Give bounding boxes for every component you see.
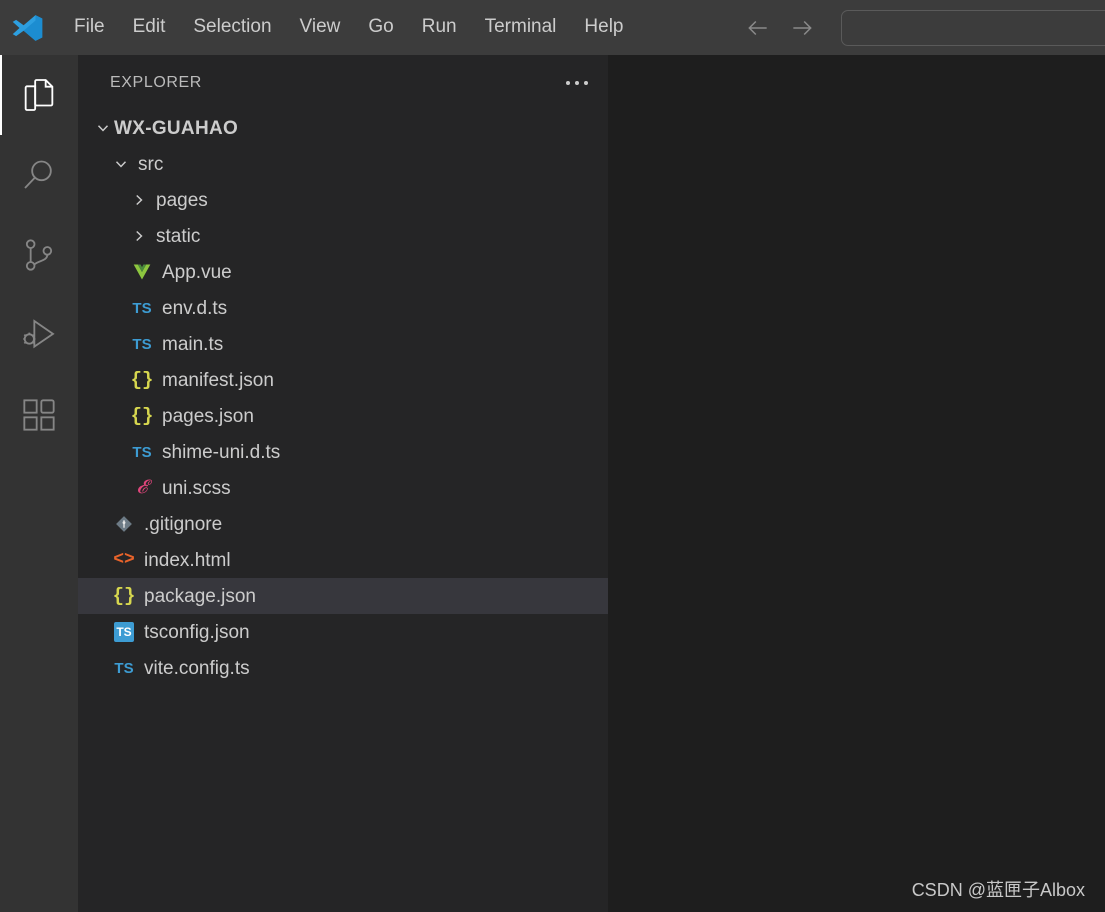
explorer-header: EXPLORER (78, 55, 608, 110)
tree-item-label: package.json (144, 585, 256, 607)
tree-item-label: tsconfig.json (144, 621, 250, 643)
tree-item-package-json[interactable]: {} package.json (78, 578, 608, 614)
tree-item-uni-scss[interactable]: 𝓔 uni.scss (78, 470, 608, 506)
activity-item-extensions[interactable] (0, 375, 78, 455)
vscode-window: File Edit Selection View Go Run Terminal… (0, 0, 1105, 912)
activity-item-explorer[interactable] (0, 55, 78, 135)
typescript-file-icon: TS (132, 335, 152, 353)
tree-item-label: src (138, 153, 164, 175)
editor-area: CSDN @蓝匣子Albox (608, 55, 1105, 912)
extensions-icon (23, 399, 55, 431)
tree-item-pages[interactable]: pages (78, 182, 608, 218)
tree-item-label: WX-GUAHAO (114, 117, 239, 139)
tree-item-tsconfig-json[interactable]: TS tsconfig.json (78, 614, 608, 650)
menu-item-selection[interactable]: Selection (179, 12, 285, 43)
tree-item-label: manifest.json (162, 369, 274, 391)
source-control-icon (25, 239, 53, 271)
tree-item-wx-guahao[interactable]: WX-GUAHAO (78, 110, 608, 146)
file-tree: WX-GUAHAO src pages static App.vue TS en… (78, 110, 608, 686)
tree-item-label: .gitignore (144, 513, 223, 535)
tree-item-app-vue[interactable]: App.vue (78, 254, 608, 290)
menu-bar: File Edit Selection View Go Run Terminal… (60, 12, 638, 43)
tree-item-label: main.ts (162, 333, 224, 355)
explorer-sidebar: EXPLORER WX-GUAHAO src pages static App.… (78, 55, 608, 912)
activity-item-run-debug[interactable] (0, 295, 78, 375)
tree-item-label: App.vue (162, 261, 232, 283)
activity-item-source-control[interactable] (0, 215, 78, 295)
more-actions-icon[interactable] (566, 80, 588, 85)
typescript-file-icon: TS (114, 659, 134, 677)
menu-item-terminal[interactable]: Terminal (471, 12, 571, 43)
html-file-icon: <> (113, 550, 135, 570)
menu-item-help[interactable]: Help (570, 12, 637, 43)
search-icon (24, 160, 52, 189)
tree-item-env-d-ts[interactable]: TS env.d.ts (78, 290, 608, 326)
tree-item-shime-uni-d-ts[interactable]: TS shime-uni.d.ts (78, 434, 608, 470)
tree-item-gitignore[interactable]: .gitignore (78, 506, 608, 542)
navigation-arrows (745, 0, 815, 55)
run-debug-icon (23, 319, 55, 349)
tree-item-static[interactable]: static (78, 218, 608, 254)
tree-item-pages-json[interactable]: {} pages.json (78, 398, 608, 434)
arrow-right-icon[interactable] (789, 15, 815, 41)
tree-item-label: pages.json (162, 405, 254, 427)
tree-item-vite-config-ts[interactable]: TS vite.config.ts (78, 650, 608, 686)
dot-1 (566, 80, 570, 85)
tree-item-label: index.html (144, 549, 231, 571)
tsconfig-file-icon: TS (110, 622, 138, 642)
tree-item-label: pages (156, 189, 208, 211)
menu-item-view[interactable]: View (286, 12, 355, 43)
tree-item-label: shime-uni.d.ts (162, 441, 281, 463)
menu-item-edit[interactable]: Edit (119, 12, 180, 43)
chevron-down-icon (92, 117, 114, 139)
command-center-input[interactable] (841, 10, 1105, 46)
json-file-icon: {} (130, 405, 154, 427)
menu-item-run[interactable]: Run (408, 12, 471, 43)
chevron-right-icon (128, 225, 150, 247)
tree-item-main-ts[interactable]: TS main.ts (78, 326, 608, 362)
tree-item-label: env.d.ts (162, 297, 228, 319)
dot-3 (584, 80, 588, 85)
explorer-title: EXPLORER (110, 73, 202, 91)
json-file-icon: {} (112, 585, 136, 607)
vue-file-icon (128, 262, 156, 282)
watermark-text: CSDN @蓝匣子Albox (911, 880, 1085, 900)
files-icon (24, 79, 54, 111)
activity-bar (0, 55, 78, 912)
tree-item-label: vite.config.ts (144, 657, 250, 679)
tree-item-label: uni.scss (162, 477, 231, 499)
tree-item-manifest-json[interactable]: {} manifest.json (78, 362, 608, 398)
dot-2 (575, 80, 579, 85)
typescript-file-icon: TS (132, 299, 152, 317)
menu-item-file[interactable]: File (60, 12, 119, 43)
git-file-icon (110, 514, 138, 534)
tree-item-index-html[interactable]: <> index.html (78, 542, 608, 578)
typescript-file-icon: TS (132, 443, 152, 461)
scss-file-icon: 𝓔 (136, 477, 148, 498)
chevron-right-icon (128, 189, 150, 211)
menu-item-go[interactable]: Go (354, 12, 407, 43)
tree-item-src[interactable]: src (78, 146, 608, 182)
title-bar: File Edit Selection View Go Run Terminal… (0, 0, 1105, 55)
activity-item-search[interactable] (0, 135, 78, 215)
json-file-icon: {} (130, 369, 154, 391)
arrow-left-icon[interactable] (745, 15, 771, 41)
chevron-down-icon (110, 153, 132, 175)
vscode-logo-icon (12, 14, 43, 41)
tree-item-label: static (156, 225, 201, 247)
